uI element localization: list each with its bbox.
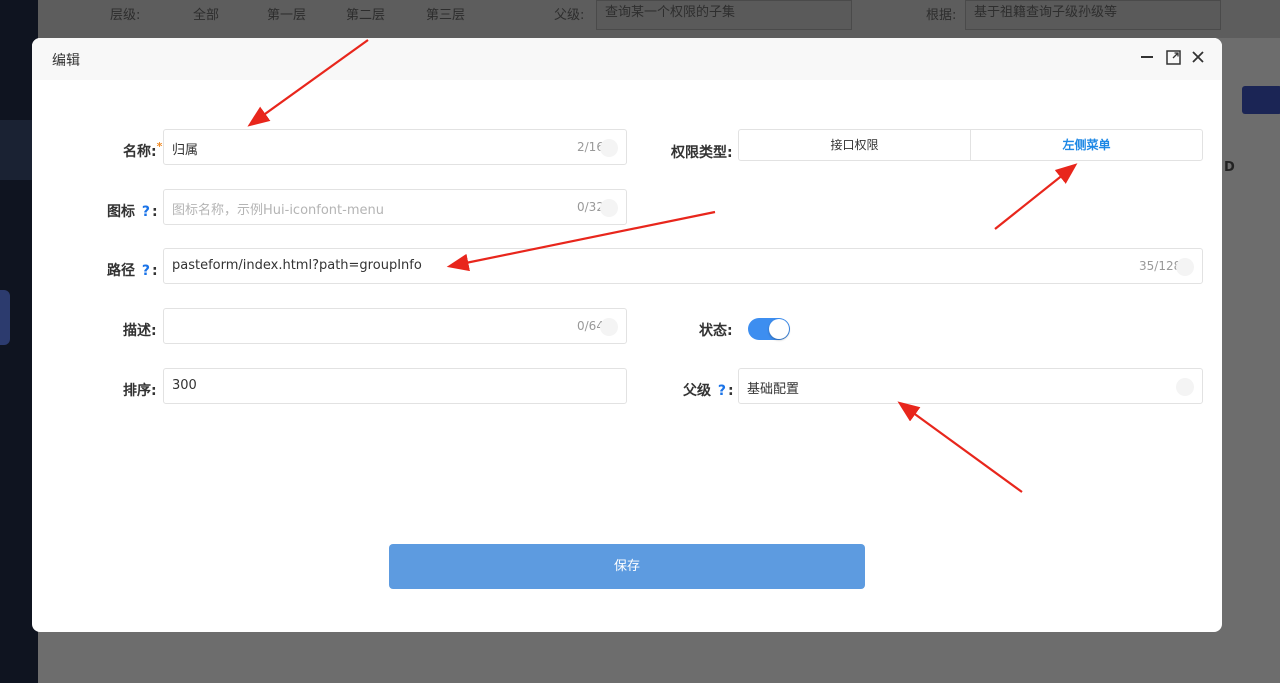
clear-icon[interactable] [600, 318, 618, 336]
path-value: pasteform/index.html?path=groupInfo [172, 258, 422, 273]
background-by-label: 根据: [926, 8, 957, 23]
perm-type-option-menu[interactable]: 左侧菜单 [970, 130, 1202, 160]
background-level-option[interactable]: 第三层 [426, 4, 465, 23]
name-label: 名称:* [123, 140, 163, 160]
perm-type-label: 权限类型: [671, 145, 733, 161]
minimize-icon[interactable] [1138, 48, 1156, 66]
parent-value: 基础配置 [747, 382, 800, 397]
help-icon[interactable]: ? [718, 383, 726, 399]
background-parent-input[interactable]: 查询某一个权限的子集 [596, 0, 852, 30]
background-level-option[interactable]: 第二层 [346, 4, 385, 23]
status-toggle[interactable] [748, 318, 790, 340]
toggle-knob [769, 319, 789, 339]
parent-select[interactable]: 基础配置 [738, 368, 1203, 404]
desc-field[interactable]: 0/64 [163, 308, 627, 344]
background-level-option[interactable]: 第一层 [267, 4, 306, 23]
background-sidebar-active [0, 290, 10, 345]
background-level-option[interactable]: 全部 [193, 4, 219, 23]
icon-field[interactable]: 图标名称，示例Hui-iconfont-menu 0/32 [163, 189, 627, 225]
help-icon[interactable]: ? [142, 263, 150, 279]
help-icon[interactable]: ? [142, 204, 150, 220]
status-label: 状态: [699, 323, 733, 339]
perm-type-option-api[interactable]: 接口权限 [739, 130, 970, 160]
perm-type-selector: 接口权限 左侧菜单 [738, 129, 1203, 161]
background-level-label: 层级: [110, 8, 141, 23]
path-label: 路径 ?: [107, 263, 158, 279]
sort-value: 300 [172, 378, 197, 393]
icon-placeholder: 图标名称，示例Hui-iconfont-menu [172, 203, 384, 218]
clear-icon[interactable] [1176, 258, 1194, 276]
edit-dialog: 编辑 名称:* 归属 2/16 权限类型: 接口权限 左侧菜单 图标 ?: 图标… [32, 38, 1222, 632]
maximize-icon[interactable] [1164, 48, 1182, 66]
background-button[interactable] [1242, 86, 1280, 114]
background-filter-bar: 层级: 全部 第一层 第二层 第三层 父级: 查询某一个权限的子集 根据: 基于… [38, 0, 1280, 38]
sort-field[interactable]: 300 [163, 368, 627, 404]
background-text-fragment: D [1224, 160, 1235, 175]
clear-icon[interactable] [600, 139, 618, 157]
chevron-down-icon[interactable] [1176, 378, 1194, 396]
desc-label: 描述: [123, 323, 157, 339]
clear-icon[interactable] [600, 199, 618, 217]
name-value: 归属 [172, 143, 199, 158]
parent-label: 父级 ?: [683, 383, 734, 399]
sort-label: 排序: [123, 383, 157, 399]
dialog-title: 编辑 [52, 53, 80, 69]
path-field[interactable]: pasteform/index.html?path=groupInfo 35/1… [163, 248, 1203, 284]
save-button[interactable]: 保存 [389, 544, 865, 589]
icon-label: 图标 ?: [107, 204, 158, 220]
required-mark: * [156, 140, 163, 153]
close-icon[interactable] [1189, 48, 1207, 66]
background-by-input[interactable]: 基于祖籍查询子级孙级等 [965, 0, 1221, 30]
name-field[interactable]: 归属 2/16 [163, 129, 627, 165]
dialog-header: 编辑 [32, 38, 1222, 80]
path-counter: 35/128 [1139, 259, 1182, 273]
background-parent-label: 父级: [554, 8, 585, 23]
